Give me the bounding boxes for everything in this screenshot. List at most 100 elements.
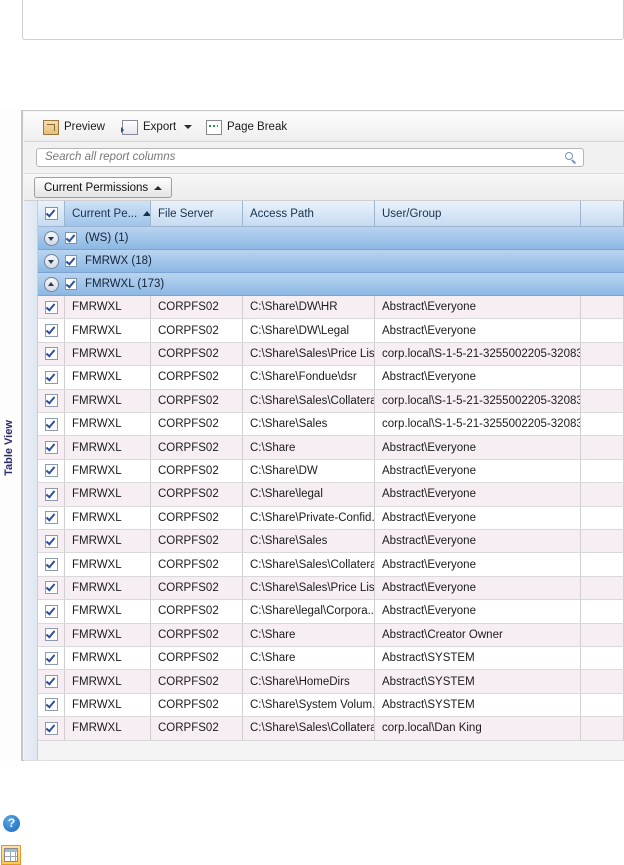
table-cell-next[interactable]: [581, 460, 624, 482]
table-cell-next[interactable]: [581, 507, 624, 529]
group-checkbox[interactable]: [65, 278, 77, 290]
table-cell-server[interactable]: CORPFS02: [151, 577, 243, 599]
row-checkbox[interactable]: [45, 394, 58, 407]
table-cell-next[interactable]: [581, 553, 624, 575]
row-checkbox[interactable]: [45, 301, 58, 314]
table-row[interactable]: FMRWXLCORPFS02C:\Share\DWAbstract\Everyo…: [38, 460, 624, 483]
table-cell-perm[interactable]: FMRWXL: [65, 624, 151, 646]
table-cell-path[interactable]: C:\Share\Sales\Price List: [243, 577, 375, 599]
table-row[interactable]: FMRWXLCORPFS02C:\Share\Fondue\dsrAbstrac…: [38, 366, 624, 389]
table-cell-user[interactable]: Abstract\SYSTEM: [375, 670, 581, 692]
group-checkbox[interactable]: [65, 255, 77, 267]
grid-header-perm[interactable]: Current Pe...: [65, 201, 151, 227]
table-cell-perm[interactable]: FMRWXL: [65, 390, 151, 412]
select-all-checkbox[interactable]: [45, 207, 58, 220]
table-cell-path[interactable]: C:\Share: [243, 624, 375, 646]
table-row[interactable]: FMRWXLCORPFS02C:\Share\Private-Confid...…: [38, 507, 624, 530]
table-cell-path[interactable]: C:\Share\Sales\Price List: [243, 343, 375, 365]
table-cell-user[interactable]: Abstract\Everyone: [375, 366, 581, 388]
table-cell-next[interactable]: [581, 343, 624, 365]
preview-button[interactable]: Preview: [38, 117, 110, 137]
row-checkbox[interactable]: [45, 324, 58, 337]
table-cell-user[interactable]: Abstract\Everyone: [375, 600, 581, 622]
group-checkbox[interactable]: [65, 232, 77, 244]
table-cell-perm[interactable]: FMRWXL: [65, 366, 151, 388]
row-checkbox[interactable]: [45, 464, 58, 477]
table-cell-check[interactable]: [38, 577, 65, 599]
table-row[interactable]: FMRWXLCORPFS02C:\Share\SalesAbstract\Eve…: [38, 530, 624, 553]
grid-header-check[interactable]: [38, 201, 65, 227]
table-row[interactable]: FMRWXLCORPFS02C:\Share\legalAbstract\Eve…: [38, 483, 624, 506]
table-cell-user[interactable]: Abstract\Everyone: [375, 577, 581, 599]
table-cell-path[interactable]: C:\Share\DW: [243, 460, 375, 482]
table-cell-server[interactable]: CORPFS02: [151, 647, 243, 669]
search-input[interactable]: Search all report columns: [36, 148, 584, 167]
row-checkbox[interactable]: [45, 605, 58, 618]
table-cell-next[interactable]: [581, 577, 624, 599]
table-row[interactable]: FMRWXLCORPFS02C:\ShareAbstract\SYSTEM: [38, 647, 624, 670]
row-checkbox[interactable]: [45, 652, 58, 665]
table-row[interactable]: FMRWXLCORPFS02C:\Share\Sales\CollateralA…: [38, 553, 624, 576]
table-cell-path[interactable]: C:\Share\HomeDirs: [243, 670, 375, 692]
table-cell-perm[interactable]: FMRWXL: [65, 460, 151, 482]
table-cell-server[interactable]: CORPFS02: [151, 507, 243, 529]
table-cell-check[interactable]: [38, 624, 65, 646]
row-checkbox[interactable]: [45, 371, 58, 384]
table-cell-check[interactable]: [38, 717, 65, 739]
table-cell-server[interactable]: CORPFS02: [151, 670, 243, 692]
table-cell-user[interactable]: Abstract\Everyone: [375, 296, 581, 318]
table-cell-server[interactable]: CORPFS02: [151, 296, 243, 318]
table-cell-next[interactable]: [581, 600, 624, 622]
sort-ascending-icon[interactable]: [143, 211, 151, 216]
table-cell-server[interactable]: CORPFS02: [151, 694, 243, 716]
table-cell-user[interactable]: Abstract\Everyone: [375, 436, 581, 458]
table-cell-user[interactable]: corp.local\S-1-5-21-3255002205-3208393..…: [375, 343, 581, 365]
table-cell-user[interactable]: Abstract\Creator Owner: [375, 624, 581, 646]
table-view-tab-label[interactable]: Table View: [3, 413, 19, 483]
sort-ascending-icon[interactable]: [154, 186, 162, 190]
table-cell-user[interactable]: Abstract\SYSTEM: [375, 647, 581, 669]
help-circle-icon[interactable]: ?: [3, 815, 20, 832]
table-cell-user[interactable]: corp.local\S-1-5-21-3255002205-3208393..…: [375, 390, 581, 412]
row-checkbox[interactable]: [45, 441, 58, 454]
row-checkbox[interactable]: [45, 698, 58, 711]
table-cell-perm[interactable]: FMRWXL: [65, 600, 151, 622]
table-cell-user[interactable]: Abstract\SYSTEM: [375, 694, 581, 716]
grid-header-user[interactable]: User/Group: [375, 201, 581, 227]
table-row[interactable]: FMRWXLCORPFS02C:\Share\DW\LegalAbstract\…: [38, 319, 624, 342]
table-grid-icon[interactable]: [1, 845, 21, 865]
table-cell-perm[interactable]: FMRWXL: [65, 717, 151, 739]
row-checkbox[interactable]: [45, 628, 58, 641]
table-cell-path[interactable]: C:\Share\legal: [243, 483, 375, 505]
table-cell-path[interactable]: C:\Share\Sales\Collateral: [243, 553, 375, 575]
table-cell-user[interactable]: corp.local\S-1-5-21-3255002205-3208393..…: [375, 413, 581, 435]
table-row[interactable]: FMRWXLCORPFS02C:\Share\legal\Corpora...A…: [38, 600, 624, 623]
expand-group-icon[interactable]: [44, 254, 59, 269]
table-cell-server[interactable]: CORPFS02: [151, 366, 243, 388]
table-cell-check[interactable]: [38, 319, 65, 341]
table-cell-next[interactable]: [581, 483, 624, 505]
page-break-button[interactable]: Page Break: [201, 117, 292, 137]
grid-group-row[interactable]: FMRWXL (173): [38, 273, 624, 296]
table-cell-server[interactable]: CORPFS02: [151, 319, 243, 341]
table-cell-next[interactable]: [581, 296, 624, 318]
table-cell-check[interactable]: [38, 460, 65, 482]
row-checkbox[interactable]: [45, 347, 58, 360]
table-cell-next[interactable]: [581, 436, 624, 458]
table-cell-next[interactable]: [581, 647, 624, 669]
table-cell-check[interactable]: [38, 436, 65, 458]
table-cell-path[interactable]: C:\Share\Sales: [243, 413, 375, 435]
table-cell-check[interactable]: [38, 694, 65, 716]
table-cell-user[interactable]: Abstract\Everyone: [375, 530, 581, 552]
table-cell-check[interactable]: [38, 600, 65, 622]
table-cell-perm[interactable]: FMRWXL: [65, 436, 151, 458]
grid-header-server[interactable]: File Server: [151, 201, 243, 227]
table-cell-perm[interactable]: FMRWXL: [65, 577, 151, 599]
table-cell-user[interactable]: corp.local\Dan King: [375, 717, 581, 739]
table-cell-check[interactable]: [38, 670, 65, 692]
table-cell-path[interactable]: C:\Share\Sales\Collateral: [243, 390, 375, 412]
table-cell-server[interactable]: CORPFS02: [151, 553, 243, 575]
table-row[interactable]: FMRWXLCORPFS02C:\Share\Sales\Price Listc…: [38, 343, 624, 366]
table-cell-user[interactable]: Abstract\Everyone: [375, 319, 581, 341]
table-cell-path[interactable]: C:\Share: [243, 647, 375, 669]
